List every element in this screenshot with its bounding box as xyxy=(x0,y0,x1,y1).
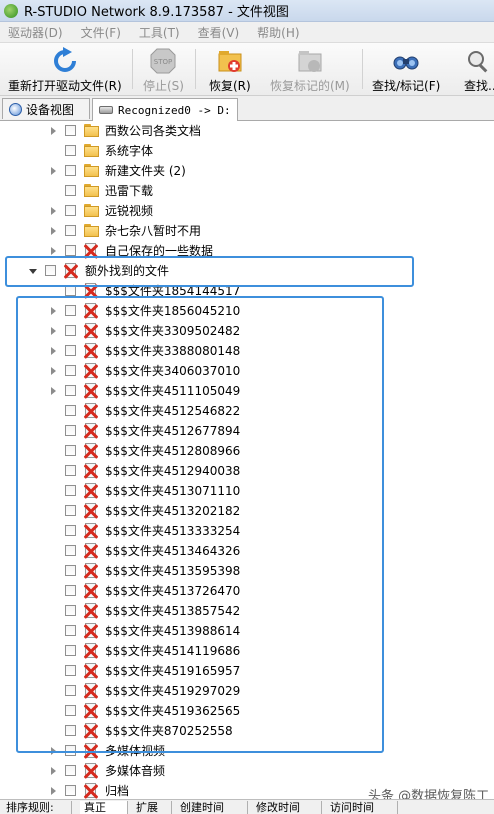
tree-item-label: 西数公司各类文档 xyxy=(105,124,202,138)
tab-device-view[interactable]: 设备视图 xyxy=(2,98,90,119)
row-checkbox[interactable] xyxy=(65,145,76,156)
tree-item-label: 多媒体音频 xyxy=(105,764,166,778)
deleted-folder-icon xyxy=(83,763,99,779)
device-view-icon xyxy=(9,102,22,116)
drive-icon xyxy=(99,106,113,114)
expand-arrow-icon[interactable] xyxy=(51,167,56,175)
recover-marked-button[interactable]: 恢复标记的(M) xyxy=(270,43,350,95)
expand-arrow-icon[interactable] xyxy=(51,227,56,235)
highlight-box-found-items xyxy=(16,296,384,753)
menu-tools[interactable]: 工具(T) xyxy=(139,24,180,41)
expand-arrow-icon[interactable] xyxy=(51,787,56,795)
reopen-drive-button[interactable]: 重新打开驱动文件(R) xyxy=(8,43,122,95)
expand-arrow-icon[interactable] xyxy=(51,247,56,255)
menu-file[interactable]: 文件(F) xyxy=(81,24,121,41)
expand-arrow-icon[interactable] xyxy=(51,767,56,775)
tree-item-label: 杂七杂八暂时不用 xyxy=(105,224,202,238)
tree-row[interactable]: 新建文件夹 (2) xyxy=(0,161,494,181)
refresh-icon xyxy=(50,47,80,75)
tab-label: 设备视图 xyxy=(26,102,75,117)
tree-row[interactable]: 杂七杂八暂时不用 xyxy=(0,221,494,241)
recover-folder-icon xyxy=(215,47,245,75)
tree-item-label: 归档 xyxy=(105,784,130,798)
tree-item-label: 系统字体 xyxy=(105,144,154,158)
folder-icon xyxy=(84,124,99,137)
tree-item-label: 新建文件夹 (2) xyxy=(105,164,186,178)
app-icon xyxy=(4,3,18,18)
expand-arrow-icon[interactable] xyxy=(51,207,56,215)
folder-icon xyxy=(84,144,99,157)
row-checkbox[interactable] xyxy=(65,785,76,796)
tree-row[interactable]: 远锐视频 xyxy=(0,201,494,221)
tab-label: Recognized0 -> D: xyxy=(118,103,231,117)
tree-item-label: 迅雷下载 xyxy=(105,184,154,198)
menu-drive[interactable]: 驱动器(D) xyxy=(8,24,63,41)
expand-arrow-icon[interactable] xyxy=(51,127,56,135)
stop-button[interactable]: STOP 停止(S) xyxy=(143,43,184,95)
row-checkbox[interactable] xyxy=(65,765,76,776)
view-tabs: 设备视图 Recognized0 -> D: xyxy=(0,96,494,121)
toolbar-separator xyxy=(195,49,196,89)
title-bar: R-STUDIO Network 8.9.173587 - 文件视图 xyxy=(0,0,494,22)
find-mark-button[interactable]: 查找/标记(F) xyxy=(372,43,440,95)
recover-button[interactable]: 恢复(R) xyxy=(209,43,251,95)
toolbar-separator xyxy=(132,49,133,89)
tab-modified-time[interactable]: 修改时间 xyxy=(252,801,322,814)
tab-sort-rule[interactable]: 排序规则: xyxy=(2,801,72,814)
menu-help[interactable]: 帮助(H) xyxy=(257,24,299,41)
folder-icon xyxy=(84,164,99,177)
tab-recognized-drive[interactable]: Recognized0 -> D: xyxy=(92,98,238,121)
toolbar-separator xyxy=(362,49,363,89)
tab-extension[interactable]: 扩展 xyxy=(132,801,172,814)
find-more-button[interactable]: 查找... xyxy=(464,43,494,95)
row-checkbox[interactable] xyxy=(65,245,76,256)
tab-real[interactable]: 真正 xyxy=(80,801,128,814)
row-checkbox[interactable] xyxy=(65,185,76,196)
file-tree[interactable]: 西数公司各类文档 系统字体 新建文件夹 (2) 迅雷下载 远锐视频 杂七杂八暂时… xyxy=(0,121,494,799)
tab-accessed-time[interactable]: 访问时间 xyxy=(326,801,398,814)
tree-row[interactable]: 迅雷下载 xyxy=(0,181,494,201)
svg-text:STOP: STOP xyxy=(154,58,172,66)
tree-item-label: 远锐视频 xyxy=(105,204,154,218)
folder-icon xyxy=(84,224,99,237)
bottom-tab-strip: 排序规则: 真正 扩展 创建时间 修改时间 访问时间 xyxy=(0,799,494,814)
folder-icon xyxy=(84,184,99,197)
row-checkbox[interactable] xyxy=(65,125,76,136)
stop-icon: STOP xyxy=(148,47,178,75)
deleted-folder-icon xyxy=(83,783,99,799)
tree-row[interactable]: 多媒体音频 xyxy=(0,761,494,781)
row-checkbox[interactable] xyxy=(65,225,76,236)
folder-icon xyxy=(84,204,99,217)
binoculars-icon xyxy=(391,47,421,75)
tree-row[interactable]: 西数公司各类文档 xyxy=(0,121,494,141)
row-checkbox[interactable] xyxy=(65,165,76,176)
recover-marked-icon xyxy=(295,47,325,75)
tree-row[interactable]: 系统字体 xyxy=(0,141,494,161)
row-checkbox[interactable] xyxy=(65,205,76,216)
tab-created-time[interactable]: 创建时间 xyxy=(176,801,248,814)
toolbar: 重新打开驱动文件(R) STOP 停止(S) 恢复(R) 恢复标记的(M) 查找… xyxy=(0,43,494,96)
window-title: R-STUDIO Network 8.9.173587 - 文件视图 xyxy=(24,5,289,20)
search-more-icon xyxy=(464,47,494,75)
menu-bar: 驱动器(D) 文件(F) 工具(T) 查看(V) 帮助(H) xyxy=(0,22,494,43)
menu-view[interactable]: 查看(V) xyxy=(198,24,240,41)
highlight-box-extra-found xyxy=(5,256,414,287)
